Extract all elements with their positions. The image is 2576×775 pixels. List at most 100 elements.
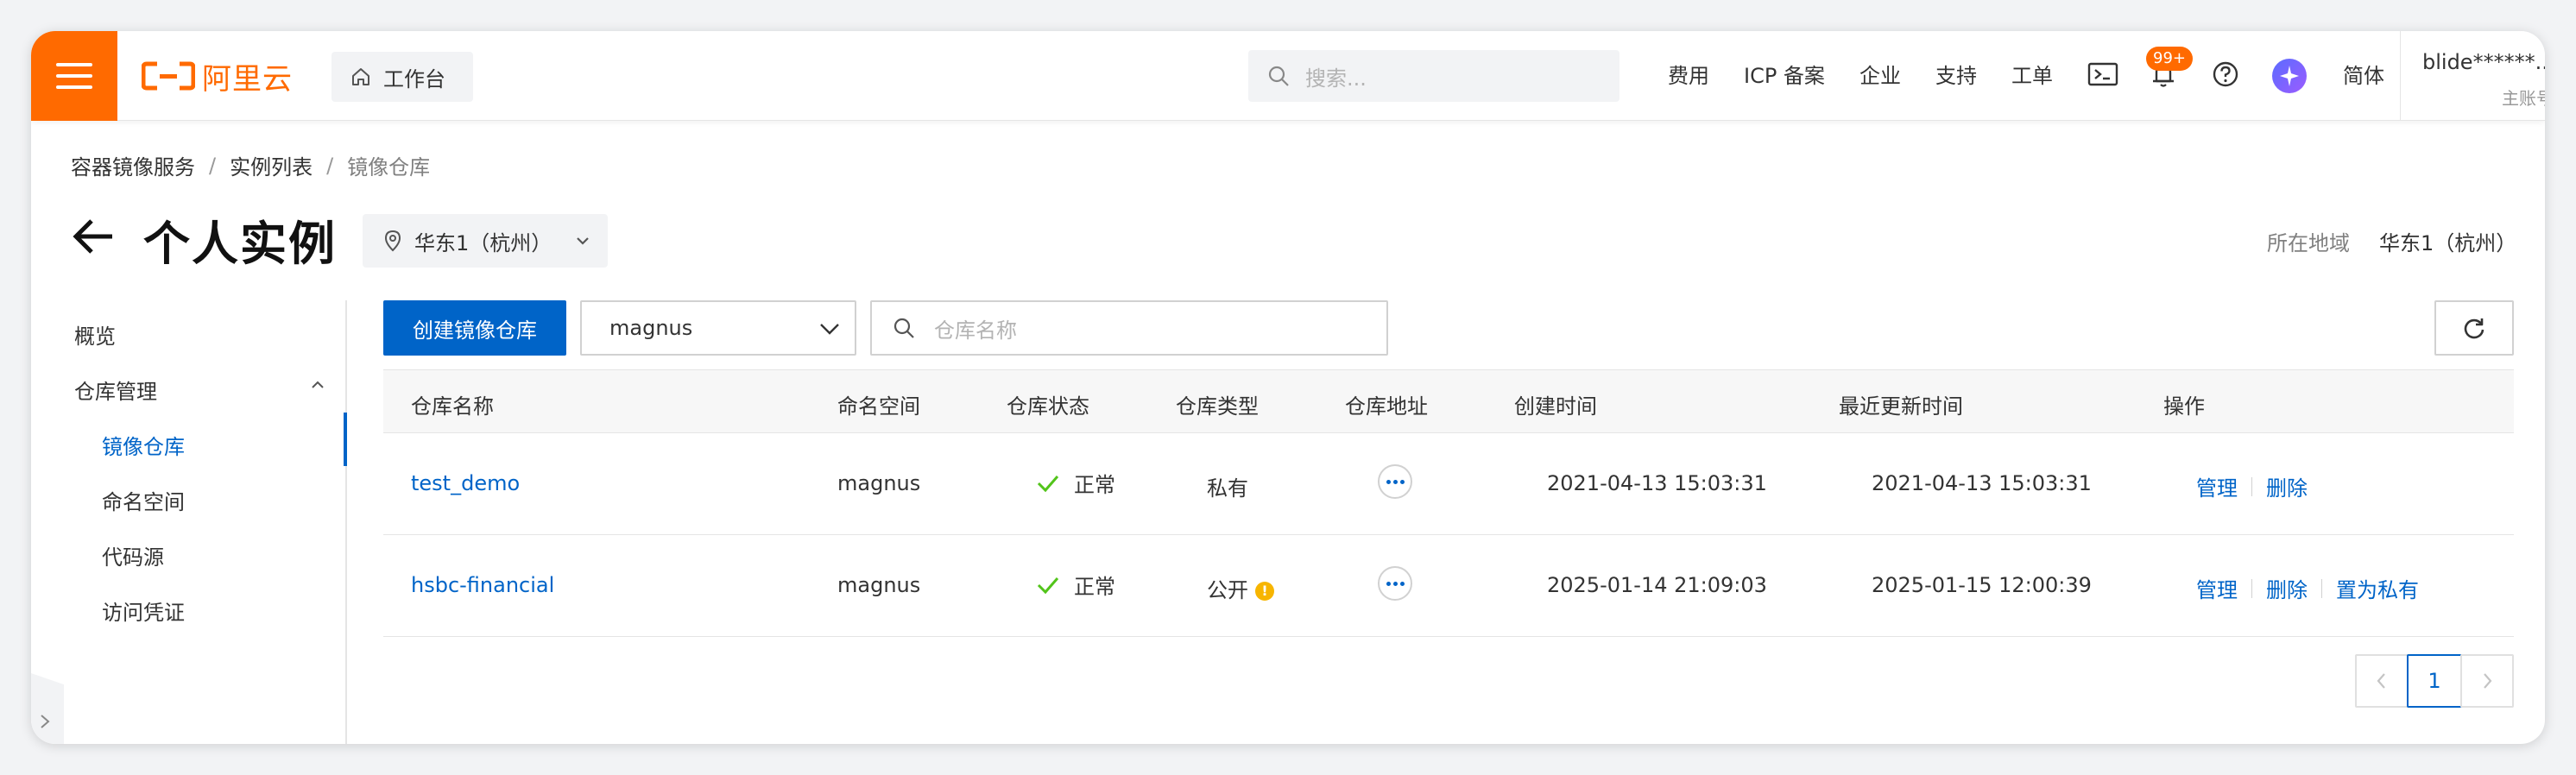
aliyun-logo[interactable]: 阿里云 (142, 57, 293, 97)
created-time-cell: 2025-01-14 21:09:03 (1547, 573, 1767, 597)
nav-enterprise[interactable]: 企业 (1859, 59, 1901, 89)
sidebar-item-image-repo[interactable]: 镜像仓库 (102, 430, 185, 460)
account-name[interactable]: blide******... (2422, 50, 2545, 74)
pagination-page-button[interactable]: 1 (2407, 654, 2462, 708)
column-header: 创建时间 (1514, 394, 1597, 419)
chevron-left-icon (2377, 673, 2385, 689)
repo-address-more-button[interactable] (1378, 566, 1412, 601)
sidebar-item-code-source[interactable]: 代码源 (102, 540, 164, 570)
repo-search-input[interactable]: 仓库名称 (870, 300, 1388, 356)
sidebar-item-access-credential[interactable]: 访问凭证 (102, 595, 185, 626)
refresh-icon (2464, 318, 2484, 339)
manage-link[interactable]: 管理 (2196, 471, 2238, 501)
status-text: 正常 (1074, 575, 1115, 599)
manage-link[interactable]: 管理 (2196, 573, 2238, 603)
page-title: 个人实例 (143, 217, 337, 271)
region-selector[interactable]: 华东1（杭州） (363, 214, 608, 268)
breadcrumb-separator: / (326, 153, 334, 178)
notification-badge: 99+ (2146, 47, 2193, 71)
sidebar-active-indicator (344, 413, 347, 466)
search-icon (893, 318, 914, 338)
help-icon[interactable] (2208, 57, 2243, 91)
repo-type-cell: 私有 (1207, 476, 1248, 501)
sidebar-group-repo-management[interactable]: 仓库管理 (74, 375, 157, 405)
namespace-cell: magnus (837, 573, 921, 597)
breadcrumb-cr-service[interactable]: 容器镜像服务 (71, 150, 195, 180)
pagination-prev-button[interactable] (2355, 654, 2409, 708)
breadcrumb-separator: / (209, 153, 217, 178)
repo-address-more-button[interactable] (1378, 464, 1412, 499)
nav-support[interactable]: 支持 (1935, 59, 1977, 89)
pagination-next-button[interactable] (2460, 654, 2514, 708)
aliyun-logo-icon (142, 61, 195, 91)
namespace-cell: magnus (837, 471, 921, 495)
workbench-button[interactable]: 工作台 (331, 52, 473, 102)
repo-name-link[interactable]: hsbc-financial (411, 573, 554, 597)
namespace-select-value: magnus (609, 316, 693, 340)
updated-time-cell: 2021-04-13 15:03:31 (1872, 471, 2092, 495)
column-header: 最近更新时间 (1839, 394, 1963, 419)
account-divider (2400, 31, 2401, 121)
repo-type-cell: 公开! (1207, 573, 1274, 603)
status-cell: 正常 (1036, 468, 1115, 498)
action-divider (2251, 476, 2252, 496)
region-info-label: 所在地域 (2267, 231, 2350, 255)
status-text: 正常 (1074, 473, 1115, 497)
repo-name-link[interactable]: test_demo (411, 471, 520, 495)
account-type: 主账号 (2502, 88, 2545, 109)
home-icon (352, 68, 369, 85)
actions-cell: 管理 删除 (2196, 471, 2308, 501)
column-header: 仓库类型 (1176, 394, 1259, 419)
hamburger-menu-button[interactable] (31, 31, 117, 121)
logo-text: 阿里云 (202, 61, 293, 97)
global-search-placeholder: 搜索... (1305, 66, 1367, 91)
sidebar-item-overview[interactable]: 概览 (74, 319, 116, 350)
column-header: 仓库地址 (1345, 394, 1428, 419)
ai-assistant-icon[interactable] (2270, 57, 2308, 95)
updated-time-cell: 2025-01-15 12:00:39 (1872, 573, 2092, 597)
create-repo-button[interactable]: 创建镜像仓库 (383, 300, 566, 356)
chevron-right-icon (2484, 673, 2492, 689)
column-header: 仓库名称 (411, 394, 494, 419)
action-divider (2321, 578, 2322, 598)
column-header: 命名空间 (837, 394, 920, 419)
created-time-cell: 2021-04-13 15:03:31 (1547, 471, 1767, 495)
nav-icp-filing[interactable]: ICP 备案 (1744, 59, 1825, 89)
global-search-input[interactable]: 搜索... (1248, 50, 1619, 102)
check-icon (1037, 475, 1059, 492)
repo-search-placeholder: 仓库名称 (934, 318, 1017, 343)
check-icon (1037, 577, 1059, 594)
status-cell: 正常 (1036, 570, 1115, 600)
action-divider (2251, 578, 2252, 598)
breadcrumb-instance-list[interactable]: 实例列表 (230, 150, 313, 180)
workbench-label: 工作台 (383, 66, 445, 91)
nav-billing[interactable]: 费用 (1668, 59, 1709, 89)
region-selector-label: 华东1（杭州） (414, 230, 552, 255)
sidebar-collapse-handle[interactable] (31, 673, 64, 744)
console-window: 阿里云 工作台 搜索... 费用 ICP 备案 企业 支持 工单 99+ 简体 … (31, 31, 2545, 744)
delete-link[interactable]: 删除 (2266, 471, 2308, 501)
warning-icon[interactable]: ! (1255, 582, 1274, 601)
table-header: 仓库名称 命名空间 仓库状态 仓库类型 仓库地址 创建时间 最近更新时间 操作 (383, 369, 2514, 433)
region-info-value: 华东1（杭州） (2379, 231, 2517, 255)
table-row: hsbc-financial magnus 正常 公开! 2025-01-14 … (383, 535, 2514, 637)
column-header: 仓库状态 (1007, 394, 1089, 419)
table-row: test_demo magnus 正常 私有 2021-04-13 15:03:… (383, 433, 2514, 535)
refresh-button[interactable] (2434, 300, 2514, 356)
top-navigation-bar: 阿里云 工作台 搜索... 费用 ICP 备案 企业 支持 工单 99+ 简体 … (31, 31, 2545, 121)
column-header: 操作 (2163, 394, 2205, 419)
chevron-right-icon (41, 715, 50, 728)
nav-ticket[interactable]: 工单 (2011, 59, 2053, 89)
back-arrow-icon[interactable] (71, 217, 116, 255)
location-pin-icon (384, 230, 401, 252)
chevron-down-icon (820, 324, 839, 335)
chevron-up-icon[interactable] (309, 376, 326, 394)
delete-link[interactable]: 删除 (2266, 573, 2308, 603)
breadcrumb: 容器镜像服务 / 实例列表 / 镜像仓库 (71, 150, 430, 180)
terminal-icon[interactable] (2086, 57, 2120, 91)
namespace-select[interactable]: magnus (580, 300, 856, 356)
chevron-down-icon (577, 237, 590, 245)
language-switch[interactable]: 简体 (2343, 59, 2384, 89)
set-private-link[interactable]: 置为私有 (2336, 573, 2419, 603)
sidebar-item-namespace[interactable]: 命名空间 (102, 485, 185, 515)
